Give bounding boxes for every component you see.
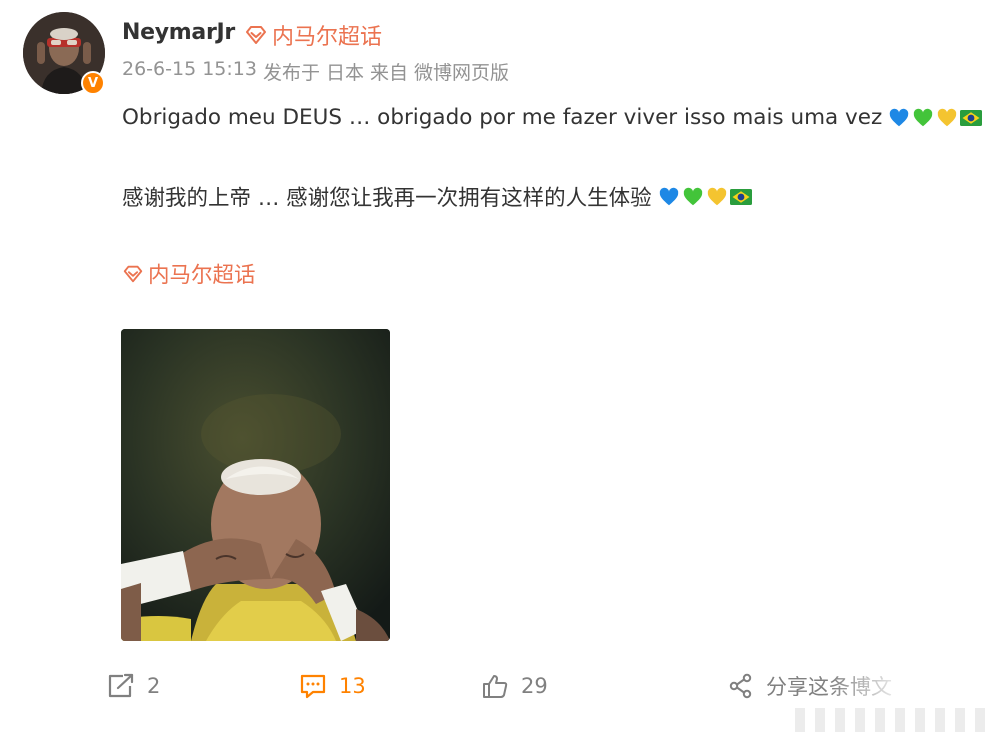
- comment-button[interactable]: 13: [299, 666, 366, 706]
- supertopic-badge[interactable]: 内马尔超话: [244, 19, 382, 51]
- username[interactable]: NeymarJr: [122, 20, 235, 45]
- post-text-line-1: Obrigado meu DEUS … obrigado por me faze…: [122, 105, 983, 130]
- supertopic-link[interactable]: 内马尔超话: [122, 258, 256, 289]
- watermark-strip: [795, 708, 995, 732]
- source[interactable]: 来自 微博网页版: [370, 58, 509, 85]
- emoji-row: [658, 186, 752, 208]
- timestamp[interactable]: 26-6-15 15:13: [122, 58, 257, 85]
- blue-heart-icon: [890, 108, 909, 126]
- post-image[interactable]: [121, 329, 390, 641]
- diamond-icon: [123, 265, 143, 282]
- post-text-line-2: 感谢我的上帝 … 感谢您让我再一次拥有这样的人生体验: [122, 181, 752, 212]
- green-heart-icon: [914, 108, 933, 126]
- yellow-heart-icon: [938, 108, 957, 126]
- brazil-flag-icon: [729, 188, 752, 205]
- repost-button[interactable]: 2: [107, 666, 160, 706]
- comment-count: 13: [339, 674, 366, 698]
- repost-icon: [108, 673, 134, 698]
- supertopic-link-label: 内马尔超话: [148, 263, 256, 288]
- weibo-post-card: V NeymarJr 内马尔超话 26-6-15 15:13 发布于 日本 来自…: [0, 0, 996, 734]
- post-text-chinese: 感谢我的上帝 … 感谢您让我再一次拥有这样的人生体验: [122, 186, 652, 211]
- location: 发布于 日本: [262, 62, 364, 84]
- brazil-flag-icon: [960, 109, 983, 126]
- post-text-portuguese: Obrigado meu DEUS … obrigado por me faze…: [122, 105, 883, 130]
- emoji-row: [888, 107, 983, 129]
- like-count: 29: [521, 674, 548, 698]
- green-heart-icon: [683, 187, 702, 205]
- like-button[interactable]: 29: [481, 666, 548, 706]
- blue-heart-icon: [659, 187, 678, 205]
- supertopic-badge-label: 内马尔超话: [272, 25, 383, 50]
- repost-count: 2: [147, 674, 161, 698]
- diamond-icon: [246, 26, 266, 44]
- yellow-heart-icon: [707, 187, 726, 205]
- thumbs-up-icon: [483, 675, 508, 698]
- post-photo: [121, 329, 390, 641]
- post-meta: 26-6-15 15:13 发布于 日本 来自 微博网页版: [122, 58, 509, 85]
- verified-badge-icon: V: [81, 71, 105, 95]
- comment-icon: [300, 674, 326, 699]
- share-icon: [729, 673, 752, 699]
